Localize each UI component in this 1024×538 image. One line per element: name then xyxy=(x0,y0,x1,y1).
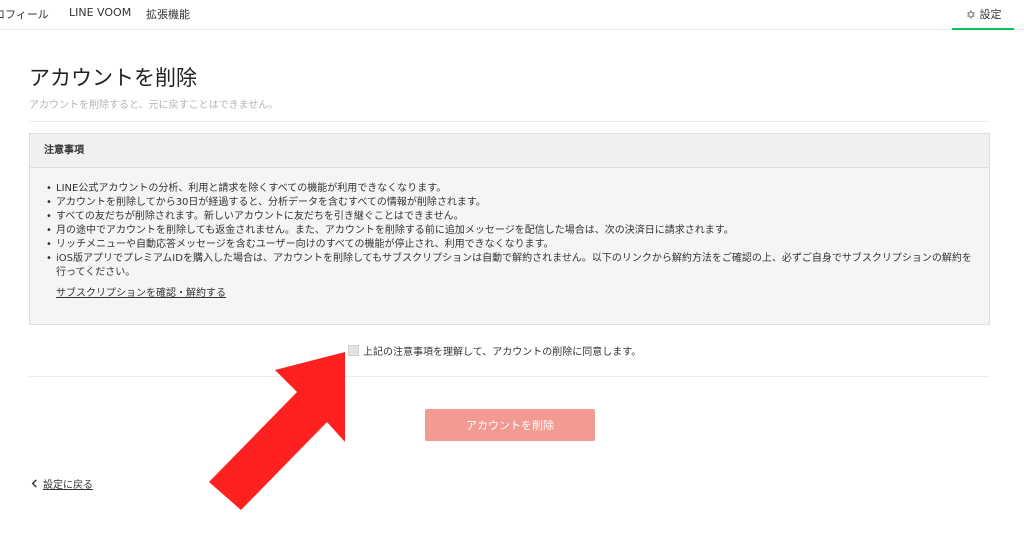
notice-list: LINE公式アカウントの分析、利用と請求を除くすべての機能が利用できなくなります… xyxy=(30,168,989,280)
page-subtitle: アカウントを削除すると、元に戻すことはできません。 xyxy=(29,100,279,111)
top-nav: ロフィール LINE VOOM 拡張機能 設定 xyxy=(0,0,1024,30)
back-to-settings-link[interactable]: 設定に戻る xyxy=(30,476,93,491)
divider xyxy=(29,376,990,377)
notice-item: 月の途中でアカウントを削除しても返金されません。また、アカウントを削除する前に追… xyxy=(46,224,973,238)
notice-item: LINE公式アカウントの分析、利用と請求を除くすべての機能が利用できなくなります… xyxy=(46,182,973,196)
chevron-left-icon xyxy=(31,479,37,488)
red-arrow-annotation xyxy=(209,352,345,510)
agree-label: 上記の注意事項を理解して、アカウントの削除に同意します。 xyxy=(363,347,642,358)
tab-extensions[interactable]: 拡張機能 xyxy=(146,6,190,22)
page-title: アカウントを削除 xyxy=(29,66,197,90)
agree-row[interactable]: 上記の注意事項を理解して、アカウントの削除に同意します。 xyxy=(348,343,641,358)
notice-header: 注意事項 xyxy=(30,134,989,168)
delete-account-button[interactable]: アカウントを削除 xyxy=(425,409,595,441)
notice-item: アカウントを削除してから30日が経過すると、分析データを含むすべての情報が削除さ… xyxy=(46,196,973,210)
gear-icon xyxy=(966,9,975,19)
notice-box: 注意事項 LINE公式アカウントの分析、利用と請求を除くすべての機能が利用できな… xyxy=(29,133,990,325)
divider xyxy=(29,121,990,122)
tab-line-voom[interactable]: LINE VOOM xyxy=(69,6,131,19)
subscription-link[interactable]: サブスクリプションを確認・解約する xyxy=(56,284,226,299)
notice-item: すべての友だちが削除されます。新しいアカウントに友だちを引き継ぐことはできません… xyxy=(46,210,973,224)
back-link-label: 設定に戻る xyxy=(43,480,93,491)
settings-label: 設定 xyxy=(979,8,1002,21)
notice-item: リッチメニューや自動応答メッセージを含むユーザー向けのすべての機能が停止され、利… xyxy=(46,238,973,252)
tab-profile[interactable]: ロフィール xyxy=(0,6,49,22)
notice-item: iOS版アプリでプレミアムIDを購入した場合は、アカウントを削除してもサブスクリ… xyxy=(46,252,973,280)
tab-settings[interactable]: 設定 xyxy=(952,0,1014,30)
